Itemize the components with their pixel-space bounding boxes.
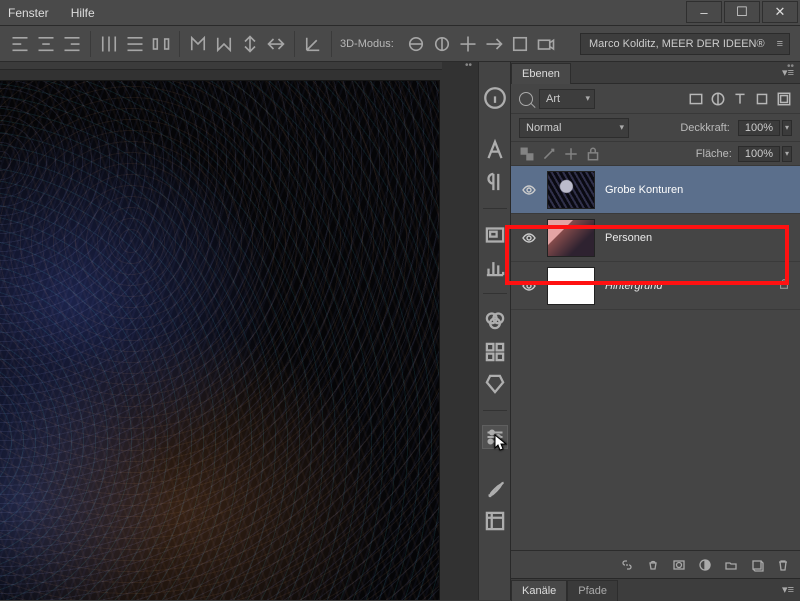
- layer-row[interactable]: Grobe Konturen: [511, 166, 800, 214]
- opacity-value[interactable]: 100%: [738, 120, 780, 136]
- histogram-panel-icon[interactable]: [482, 255, 508, 279]
- layer-name[interactable]: Grobe Konturen: [605, 184, 683, 196]
- menu-fenster[interactable]: Fenster: [8, 6, 49, 20]
- layer-row[interactable]: Personen: [511, 214, 800, 262]
- filter-pixel-icon[interactable]: [688, 91, 704, 107]
- lock-row: Fläche: 100% ▾: [511, 142, 800, 166]
- opacity-stepper[interactable]: ▾: [782, 120, 792, 136]
- filter-kind-dropdown[interactable]: Art: [539, 89, 595, 109]
- fill-label: Fläche:: [696, 148, 732, 160]
- layer-name[interactable]: Personen: [605, 232, 652, 244]
- layer-row[interactable]: Hintergrund: [511, 262, 800, 310]
- tab-kanaele[interactable]: Kanäle: [511, 580, 567, 601]
- info-panel-icon[interactable]: [482, 86, 508, 110]
- filter-smart-icon[interactable]: [776, 91, 792, 107]
- panel-menu-icon[interactable]: ▾≡: [782, 583, 794, 596]
- document-canvas[interactable]: [0, 80, 440, 600]
- panel-dock: [478, 62, 510, 600]
- window-controls: – ☐ ✕: [686, 1, 798, 23]
- navigator-panel-icon[interactable]: [482, 223, 508, 247]
- close-button[interactable]: ✕: [762, 1, 798, 23]
- arrange-icon-3[interactable]: [240, 34, 260, 54]
- search-icon[interactable]: [519, 92, 533, 106]
- blend-mode-dropdown[interactable]: Normal: [519, 118, 629, 138]
- 3d-axis-icon[interactable]: [303, 34, 323, 54]
- link-layers-icon[interactable]: [620, 558, 634, 572]
- 3d-roll-icon[interactable]: [432, 34, 452, 54]
- filter-type-icon[interactable]: [732, 91, 748, 107]
- filter-adjust-icon[interactable]: [710, 91, 726, 107]
- tab-pfade[interactable]: Pfade: [567, 580, 618, 601]
- paragraph-panel-icon[interactable]: [482, 170, 508, 194]
- tab-ebenen[interactable]: Ebenen: [511, 63, 571, 84]
- layers-panel: •• Ebenen ▾≡ Art Normal Deckkraft: 100% …: [510, 62, 800, 600]
- workspace-label: Marco Kolditz, MEER DER IDEEN®: [589, 38, 765, 50]
- delete-layer-icon[interactable]: [776, 558, 790, 572]
- panel-tabs: Ebenen ▾≡: [511, 62, 800, 84]
- styles-panel-icon[interactable]: [482, 372, 508, 396]
- distribute-h-icon[interactable]: [99, 34, 119, 54]
- layer-style-icon[interactable]: [646, 558, 660, 572]
- lock-position-icon[interactable]: [563, 146, 579, 162]
- group-layer-icon[interactable]: [724, 558, 738, 572]
- opacity-label: Deckkraft:: [680, 122, 730, 134]
- visibility-toggle[interactable]: [521, 182, 537, 198]
- layer-mask-icon[interactable]: [672, 558, 686, 572]
- arrange-icon-1[interactable]: [188, 34, 208, 54]
- canvas-area[interactable]: ••: [0, 62, 478, 600]
- layer-list[interactable]: Grobe Konturen Personen Hintergrund: [511, 166, 800, 550]
- history-panel-icon[interactable]: [482, 509, 508, 533]
- layer-footer: [511, 550, 800, 578]
- align-center-icon[interactable]: [36, 34, 56, 54]
- document-tab-strip: ••: [0, 62, 442, 70]
- lock-transparent-icon[interactable]: [519, 146, 535, 162]
- minimize-button[interactable]: –: [686, 1, 722, 23]
- lock-pixels-icon[interactable]: [541, 146, 557, 162]
- 3d-mode-label: 3D-Modus:: [340, 38, 394, 50]
- 3d-orbit-icon[interactable]: [406, 34, 426, 54]
- lock-icon: [778, 277, 790, 295]
- layer-name[interactable]: Hintergrund: [605, 280, 662, 292]
- align-left-icon[interactable]: [10, 34, 30, 54]
- 3d-scale-icon[interactable]: [510, 34, 530, 54]
- layer-filter-row: Art: [511, 84, 800, 114]
- arrange-icon-4[interactable]: [266, 34, 286, 54]
- distribute-v-icon[interactable]: [125, 34, 145, 54]
- new-layer-icon[interactable]: [750, 558, 764, 572]
- bottom-panel-tabs: Kanäle Pfade ▾≡: [511, 578, 800, 600]
- options-bar: 3D-Modus: Marco Kolditz, MEER DER IDEEN®: [0, 26, 800, 62]
- 3d-slide-icon[interactable]: [484, 34, 504, 54]
- 3d-camera-icon[interactable]: [536, 34, 556, 54]
- fill-stepper[interactable]: ▾: [782, 146, 792, 162]
- arrange-icon-2[interactable]: [214, 34, 234, 54]
- blend-row: Normal Deckkraft: 100% ▾: [511, 114, 800, 142]
- 3d-pan-icon[interactable]: [458, 34, 478, 54]
- maximize-button[interactable]: ☐: [724, 1, 760, 23]
- menu-hilfe[interactable]: Hilfe: [71, 6, 95, 20]
- fill-value[interactable]: 100%: [738, 146, 780, 162]
- color-panel-icon[interactable]: [482, 308, 508, 332]
- visibility-toggle[interactable]: [521, 278, 537, 294]
- layer-thumbnail[interactable]: [547, 171, 595, 209]
- filter-shape-icon[interactable]: [754, 91, 770, 107]
- character-panel-icon[interactable]: [482, 138, 508, 162]
- visibility-toggle[interactable]: [521, 230, 537, 246]
- lock-all-icon[interactable]: [585, 146, 601, 162]
- menu-bar: Fenster Hilfe: [0, 0, 800, 26]
- align-right-icon[interactable]: [62, 34, 82, 54]
- brush-panel-icon[interactable]: [482, 477, 508, 501]
- layer-thumbnail[interactable]: [547, 219, 595, 257]
- workspace-dropdown[interactable]: Marco Kolditz, MEER DER IDEEN®: [580, 33, 790, 55]
- distribute-space-icon[interactable]: [151, 34, 171, 54]
- layer-thumbnail[interactable]: [547, 267, 595, 305]
- swatches-panel-icon[interactable]: [482, 340, 508, 364]
- adjustment-layer-icon[interactable]: [698, 558, 712, 572]
- cursor-icon: [494, 434, 508, 452]
